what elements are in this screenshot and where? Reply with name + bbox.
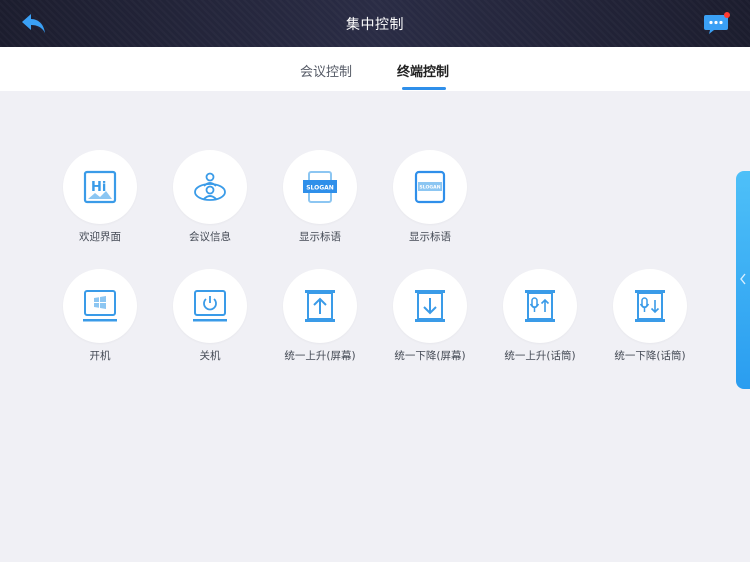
show-slogan-button-2[interactable]: SLOGAN 显示标语 [380, 150, 480, 244]
show-slogan-button-1[interactable]: SLOGAN 显示标语 [270, 150, 370, 244]
control-label: 显示标语 [299, 231, 341, 243]
page-title: 集中控制 [346, 17, 404, 33]
icon-circle [173, 150, 247, 224]
screen-lower-all-button[interactable]: 统一下降(屏幕) [380, 269, 480, 363]
control-label: 显示标语 [409, 231, 451, 243]
slogan-icon: SLOGAN [303, 171, 337, 203]
hi-welcome-icon: Hi [83, 170, 117, 204]
header-bar: 集中控制 [0, 0, 750, 47]
power-off-button[interactable]: 关机 [160, 269, 260, 363]
control-label: 统一上升(屏幕) [284, 350, 356, 362]
welcome-screen-button[interactable]: Hi 欢迎界面 [50, 150, 150, 244]
power-on-icon [83, 290, 117, 322]
meeting-info-button[interactable]: 会议信息 [160, 150, 260, 244]
screen-down-icon [415, 290, 445, 322]
control-label: 关机 [199, 350, 221, 362]
screen-raise-all-button[interactable]: 统一上升(屏幕) [270, 269, 370, 363]
chevron-left-icon [740, 273, 746, 285]
mic-up-icon [525, 290, 555, 322]
control-label: 统一上升(话筒) [504, 350, 576, 362]
chat-bubble-icon [704, 12, 730, 34]
icon-circle: SLOGAN [393, 150, 467, 224]
svg-text:Hi: Hi [91, 180, 106, 195]
side-panel-handle[interactable] [736, 171, 750, 389]
icon-circle: SLOGAN [283, 150, 357, 224]
screen-up-icon [305, 290, 335, 322]
svg-text:SLOGAN: SLOGAN [306, 185, 334, 192]
control-label: 开机 [89, 350, 111, 362]
icon-circle [283, 269, 357, 343]
slogan-small-icon: SLOGAN [414, 170, 446, 204]
icon-circle: Hi [63, 150, 137, 224]
svg-text:SLOGAN: SLOGAN [419, 185, 440, 191]
icon-circle [63, 269, 137, 343]
active-tab-indicator [402, 87, 446, 90]
icon-circle [503, 269, 577, 343]
mic-raise-all-button[interactable]: 统一上升(话筒) [490, 269, 590, 363]
mic-down-icon [635, 290, 665, 322]
control-label: 欢迎界面 [79, 231, 121, 243]
chat-button[interactable] [703, 11, 731, 37]
control-label: 统一下降(话筒) [614, 350, 686, 362]
tab-meeting-control[interactable]: 会议控制 [300, 61, 352, 80]
control-label: 统一下降(屏幕) [394, 350, 466, 362]
power-on-button[interactable]: 开机 [50, 269, 150, 363]
tab-bar: 会议控制 终端控制 [0, 47, 750, 91]
icon-circle [613, 269, 687, 343]
icon-circle [393, 269, 467, 343]
power-off-icon [193, 290, 227, 322]
mic-lower-all-button[interactable]: 统一下降(话筒) [600, 269, 700, 363]
tab-terminal-control[interactable]: 终端控制 [397, 61, 449, 80]
meeting-info-icon [194, 172, 226, 201]
icon-circle [173, 269, 247, 343]
control-label: 会议信息 [189, 231, 231, 243]
